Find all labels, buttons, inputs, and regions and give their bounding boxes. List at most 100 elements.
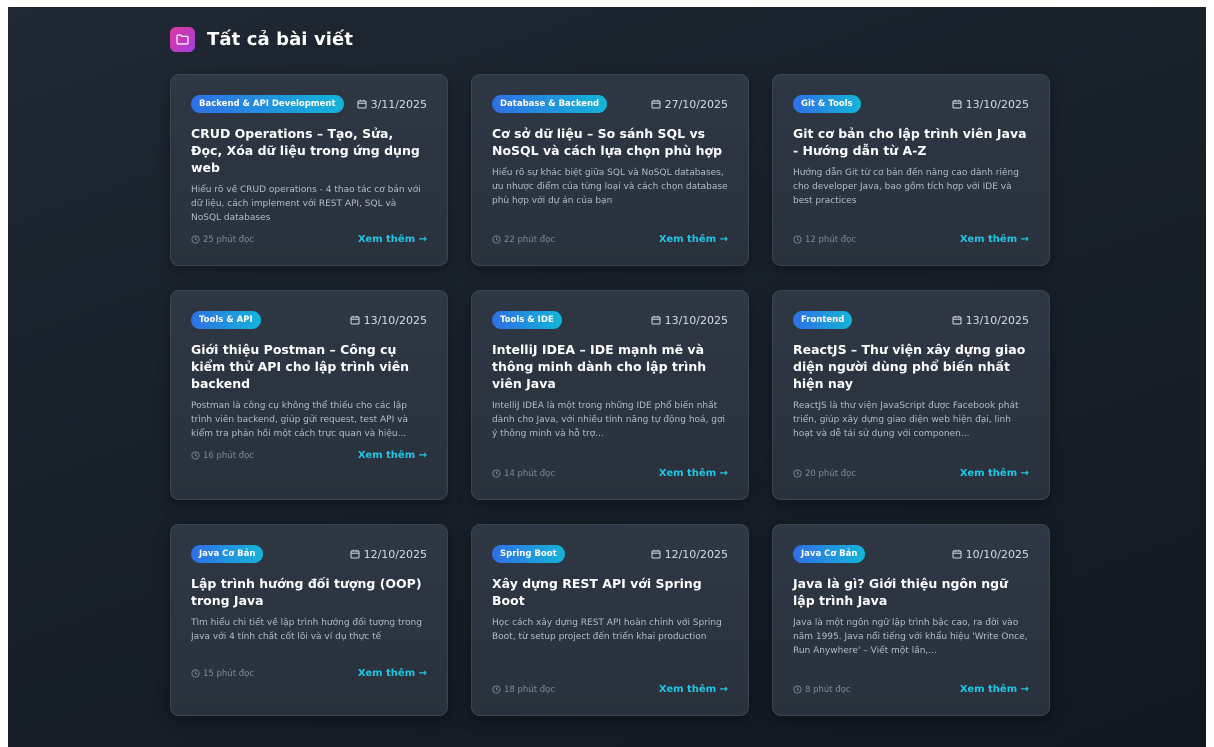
read-time-text: 12 phút đọc bbox=[805, 234, 856, 245]
post-excerpt: IntelliJ IDEA là một trong những IDE phổ… bbox=[492, 401, 726, 439]
category-tag[interactable]: Frontend bbox=[793, 311, 853, 329]
post-date: 13/10/2025 bbox=[651, 314, 728, 327]
calendar-icon bbox=[952, 315, 962, 325]
category-tag[interactable]: Git & Tools bbox=[793, 95, 861, 113]
read-time-text: 25 phút đọc bbox=[203, 234, 254, 245]
read-more-link[interactable]: Xem thêm → bbox=[659, 468, 728, 479]
calendar-icon bbox=[350, 315, 360, 325]
post-card[interactable]: Tools & IDE 13/10/2025 IntelliJ IDEA – I… bbox=[471, 290, 749, 500]
read-more-link[interactable]: Xem thêm → bbox=[659, 234, 728, 245]
post-title[interactable]: ReactJS – Thư viện xây dựng giao diện ng… bbox=[793, 341, 1029, 392]
post-card[interactable]: Backend & API Development 3/11/2025 CRUD… bbox=[170, 74, 448, 266]
post-date: 27/10/2025 bbox=[651, 98, 728, 111]
post-date: 10/10/2025 bbox=[952, 548, 1029, 561]
category-tag[interactable]: Tools & API bbox=[191, 311, 261, 329]
read-time: 15 phút đọc bbox=[191, 669, 254, 679]
read-time-text: 8 phút đọc bbox=[805, 684, 851, 695]
calendar-icon bbox=[651, 549, 661, 559]
post-excerpt: Hiểu rõ về CRUD operations - 4 thao tác … bbox=[191, 185, 421, 223]
calendar-icon bbox=[651, 99, 661, 109]
post-date-text: 13/10/2025 bbox=[664, 313, 728, 327]
post-card[interactable]: Java Cơ Bản 10/10/2025 Java là gì? Giới … bbox=[772, 524, 1050, 716]
post-card[interactable]: Git & Tools 13/10/2025 Git cơ bản cho lậ… bbox=[772, 74, 1050, 266]
posts-grid: Backend & API Development 3/11/2025 CRUD… bbox=[170, 74, 1050, 716]
read-time-text: 14 phút đọc bbox=[504, 468, 555, 479]
post-date-text: 12/10/2025 bbox=[664, 547, 728, 561]
post-excerpt: Hướng dẫn Git từ cơ bản đến nâng cao dàn… bbox=[793, 168, 1019, 206]
post-date: 12/10/2025 bbox=[350, 548, 427, 561]
post-date: 13/10/2025 bbox=[952, 98, 1029, 111]
post-card[interactable]: Frontend 13/10/2025 ReactJS – Thư viện x… bbox=[772, 290, 1050, 500]
read-time-text: 20 phút đọc bbox=[805, 468, 856, 479]
post-date: 13/10/2025 bbox=[952, 314, 1029, 327]
post-date: 3/11/2025 bbox=[357, 98, 427, 111]
post-date: 13/10/2025 bbox=[350, 314, 427, 327]
post-date: 12/10/2025 bbox=[651, 548, 728, 561]
read-more-link[interactable]: Xem thêm → bbox=[960, 234, 1029, 245]
clock-icon bbox=[793, 469, 802, 478]
post-date-text: 13/10/2025 bbox=[363, 313, 427, 327]
post-card[interactable]: Database & Backend 27/10/2025 Cơ sở dữ l… bbox=[471, 74, 749, 266]
read-time: 18 phút đọc bbox=[492, 685, 555, 695]
read-time: 25 phút đọc bbox=[191, 235, 254, 245]
post-card[interactable]: Java Cơ Bản 12/10/2025 Lập trình hướng đ… bbox=[170, 524, 448, 716]
calendar-icon bbox=[952, 99, 962, 109]
post-card[interactable]: Spring Boot 12/10/2025 Xây dựng REST API… bbox=[471, 524, 749, 716]
clock-icon bbox=[492, 685, 501, 694]
calendar-icon bbox=[350, 549, 360, 559]
read-more-link[interactable]: Xem thêm → bbox=[659, 684, 728, 695]
category-tag[interactable]: Java Cơ Bản bbox=[793, 545, 866, 563]
post-title[interactable]: Java là gì? Giới thiệu ngôn ngữ lập trìn… bbox=[793, 575, 1029, 609]
clock-icon bbox=[793, 685, 802, 694]
post-excerpt: ReactJS là thư viện JavaScript được Face… bbox=[793, 401, 1019, 439]
calendar-icon bbox=[357, 99, 367, 109]
post-title[interactable]: Giới thiệu Postman – Công cụ kiểm thử AP… bbox=[191, 341, 427, 392]
clock-icon bbox=[492, 235, 501, 244]
post-date-text: 12/10/2025 bbox=[363, 547, 427, 561]
read-more-link[interactable]: Xem thêm → bbox=[960, 684, 1029, 695]
post-date-text: 13/10/2025 bbox=[965, 97, 1029, 111]
read-more-link[interactable]: Xem thêm → bbox=[358, 450, 427, 461]
read-more-link[interactable]: Xem thêm → bbox=[358, 234, 427, 245]
post-title[interactable]: CRUD Operations – Tạo, Sửa, Đọc, Xóa dữ … bbox=[191, 125, 427, 176]
post-excerpt: Postman là công cụ không thể thiếu cho c… bbox=[191, 401, 408, 439]
post-title[interactable]: Xây dựng REST API với Spring Boot bbox=[492, 575, 728, 609]
calendar-icon bbox=[651, 315, 661, 325]
read-time-text: 18 phút đọc bbox=[504, 684, 555, 695]
clock-icon bbox=[191, 669, 200, 678]
section-title: Tất cả bài viết bbox=[207, 29, 354, 50]
post-date-text: 13/10/2025 bbox=[965, 313, 1029, 327]
category-tag[interactable]: Java Cơ Bản bbox=[191, 545, 264, 563]
read-more-link[interactable]: Xem thêm → bbox=[358, 668, 427, 679]
post-title[interactable]: Lập trình hướng đối tượng (OOP) trong Ja… bbox=[191, 575, 427, 609]
read-time-text: 22 phút đọc bbox=[504, 234, 555, 245]
read-time: 20 phút đọc bbox=[793, 469, 856, 479]
page-background: Tất cả bài viết Backend & API Developmen… bbox=[8, 7, 1206, 747]
post-title[interactable]: Cơ sở dữ liệu – So sánh SQL vs NoSQL và … bbox=[492, 125, 728, 159]
calendar-icon bbox=[952, 549, 962, 559]
category-tag[interactable]: Spring Boot bbox=[492, 545, 565, 563]
read-time: 16 phút đọc bbox=[191, 451, 254, 461]
post-title[interactable]: IntelliJ IDEA – IDE mạnh mẽ và thông min… bbox=[492, 341, 728, 392]
folder-icon bbox=[170, 27, 195, 52]
read-time: 14 phút đọc bbox=[492, 469, 555, 479]
read-more-link[interactable]: Xem thêm → bbox=[960, 468, 1029, 479]
post-date-text: 27/10/2025 bbox=[664, 97, 728, 111]
post-date-text: 3/11/2025 bbox=[370, 97, 427, 111]
read-time: 8 phút đọc bbox=[793, 685, 851, 695]
clock-icon bbox=[793, 235, 802, 244]
category-tag[interactable]: Backend & API Development bbox=[191, 95, 344, 113]
read-time-text: 15 phút đọc bbox=[203, 668, 254, 679]
clock-icon bbox=[191, 451, 200, 460]
post-excerpt: Java là một ngôn ngữ lập trình bậc cao, … bbox=[793, 618, 1028, 656]
read-time: 12 phút đọc bbox=[793, 235, 856, 245]
post-title[interactable]: Git cơ bản cho lập trình viên Java - Hướ… bbox=[793, 125, 1029, 159]
clock-icon bbox=[492, 469, 501, 478]
post-excerpt: Hiểu rõ sự khác biệt giữa SQL và NoSQL d… bbox=[492, 168, 728, 206]
post-date-text: 10/10/2025 bbox=[965, 547, 1029, 561]
category-tag[interactable]: Database & Backend bbox=[492, 95, 608, 113]
category-tag[interactable]: Tools & IDE bbox=[492, 311, 562, 329]
read-time: 22 phút đọc bbox=[492, 235, 555, 245]
post-card[interactable]: Tools & API 13/10/2025 Giới thiệu Postma… bbox=[170, 290, 448, 500]
clock-icon bbox=[191, 235, 200, 244]
